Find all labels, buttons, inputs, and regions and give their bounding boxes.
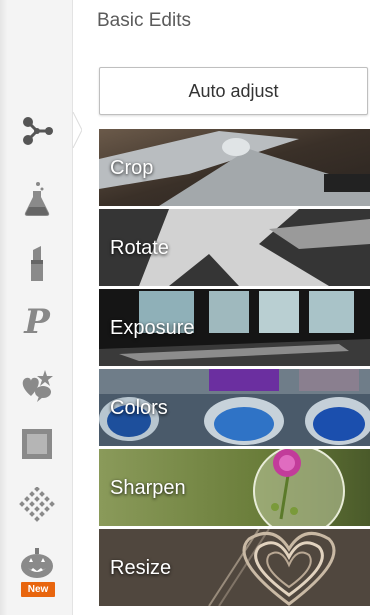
tool-label: Sharpen [110, 477, 186, 499]
tool-label: Resize [110, 557, 172, 579]
new-badge: New [21, 582, 55, 597]
selection-notch [72, 112, 82, 148]
text-p-glyph: P [24, 302, 50, 342]
tool-label: Rotate [110, 237, 169, 259]
effects-flask-icon[interactable] [18, 180, 56, 218]
basic-edits-icon[interactable] [18, 112, 56, 150]
textures-icon[interactable] [18, 486, 56, 524]
auto-adjust-button[interactable]: Auto adjust [99, 67, 368, 115]
text-p-icon[interactable]: P [18, 302, 56, 342]
touch-up-lipstick-icon[interactable] [18, 245, 56, 283]
tool-sharpen[interactable]: Sharpen [99, 449, 370, 526]
sidebar: P New [0, 0, 72, 615]
seasonal-pumpkin-icon[interactable] [18, 544, 56, 582]
tool-colors[interactable]: Colors [99, 369, 370, 446]
tool-rotate[interactable]: Rotate [99, 209, 370, 286]
panel-title: Basic Edits [97, 10, 191, 31]
sidebar-shadow [0, 0, 8, 615]
stickers-heart-icon[interactable] [18, 366, 56, 404]
tool-exposure[interactable]: Exposure [99, 289, 370, 366]
tool-label: Colors [110, 397, 168, 419]
tool-label: Exposure [110, 317, 195, 339]
tool-resize[interactable]: Resize [99, 529, 370, 606]
tool-label: Crop [110, 157, 154, 179]
tool-crop[interactable]: Crop [99, 129, 370, 206]
frames-icon[interactable] [18, 425, 56, 463]
